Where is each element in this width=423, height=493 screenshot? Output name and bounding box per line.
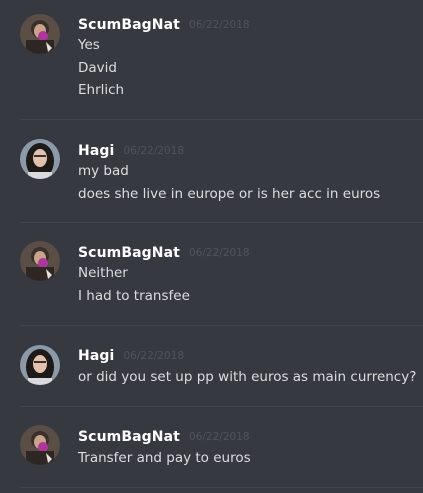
message-line: I had to transfee xyxy=(78,287,190,304)
message-divider xyxy=(20,406,423,407)
avatar[interactable] xyxy=(20,425,60,465)
avatar[interactable] xyxy=(20,14,60,54)
timestamp: 06/22/2018 xyxy=(123,350,185,362)
message-header: Hagi 06/22/2018 xyxy=(78,345,184,365)
timestamp: 06/22/2018 xyxy=(123,145,185,157)
message-line: David xyxy=(78,59,117,76)
message-content: Neither I had to transfee xyxy=(78,262,190,307)
message-line: my bad xyxy=(78,163,129,179)
message-header: ScumBagNat 06/22/2018 xyxy=(78,426,250,446)
timestamp: 06/22/2018 xyxy=(189,19,250,31)
message-divider xyxy=(20,487,423,488)
message-divider xyxy=(20,222,423,223)
message-line: Yes xyxy=(78,37,100,53)
username[interactable]: ScumBagNat xyxy=(78,429,180,445)
message-line: does she live in europe or is her acc in… xyxy=(78,185,381,202)
message-content: Transfer and pay to euros xyxy=(78,447,251,470)
username[interactable]: ScumBagNat xyxy=(78,245,180,261)
message-content: my bad does she live in europe or is her… xyxy=(78,160,380,205)
username[interactable]: Hagi xyxy=(78,348,114,364)
timestamp: 06/22/2018 xyxy=(189,247,250,259)
message-content: or did you set up pp with euros as main … xyxy=(78,366,416,389)
message-line: or did you set up pp with euros as main … xyxy=(78,369,417,385)
avatar[interactable] xyxy=(20,241,60,281)
message-line: Ehrlich xyxy=(78,82,125,98)
avatar[interactable] xyxy=(20,139,60,179)
message-divider xyxy=(20,325,423,326)
avatar[interactable] xyxy=(20,345,60,385)
message-header: ScumBagNat 06/22/2018 xyxy=(78,14,250,34)
username[interactable]: Hagi xyxy=(78,143,114,159)
username[interactable]: ScumBagNat xyxy=(78,17,180,33)
message-line: Neither xyxy=(78,265,128,281)
message-content: Yes David Ehrlich xyxy=(78,34,124,102)
message-header: Hagi 06/22/2018 xyxy=(78,140,184,160)
message-header: ScumBagNat 06/22/2018 xyxy=(78,242,250,262)
timestamp: 06/22/2018 xyxy=(189,431,250,443)
message-divider xyxy=(20,119,423,120)
message-line: Transfer and pay to euros xyxy=(78,450,251,466)
